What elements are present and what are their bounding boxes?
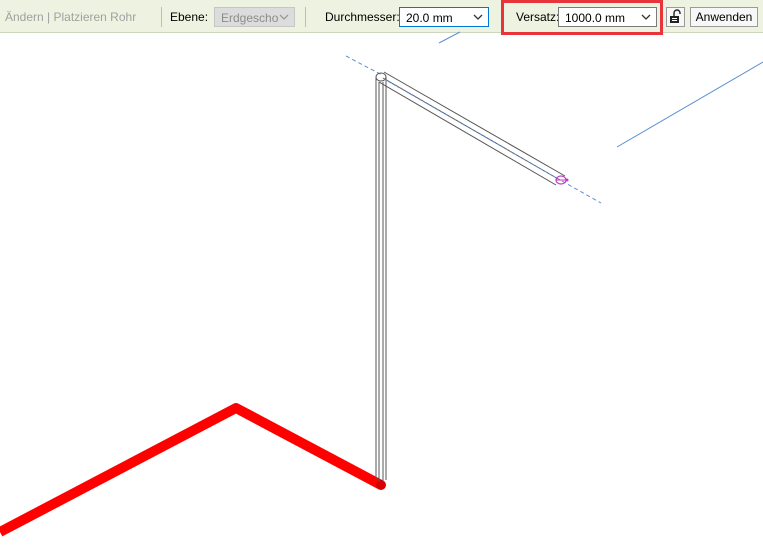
pipe-centerline xyxy=(345,55,383,76)
horizontal-pipe[interactable] xyxy=(378,71,566,186)
reference-line xyxy=(616,61,763,148)
pipe-endpoint xyxy=(376,480,386,490)
reference-line xyxy=(438,31,461,44)
vertical-pipe[interactable] xyxy=(375,78,387,482)
pipe-centerline xyxy=(383,78,561,181)
existing-pipe[interactable] xyxy=(0,403,384,537)
pipe-elbow xyxy=(375,72,387,82)
drawing-canvas[interactable] xyxy=(0,0,763,546)
pipe-centerline xyxy=(561,180,602,204)
pipe-connector-icon[interactable] xyxy=(555,175,569,185)
